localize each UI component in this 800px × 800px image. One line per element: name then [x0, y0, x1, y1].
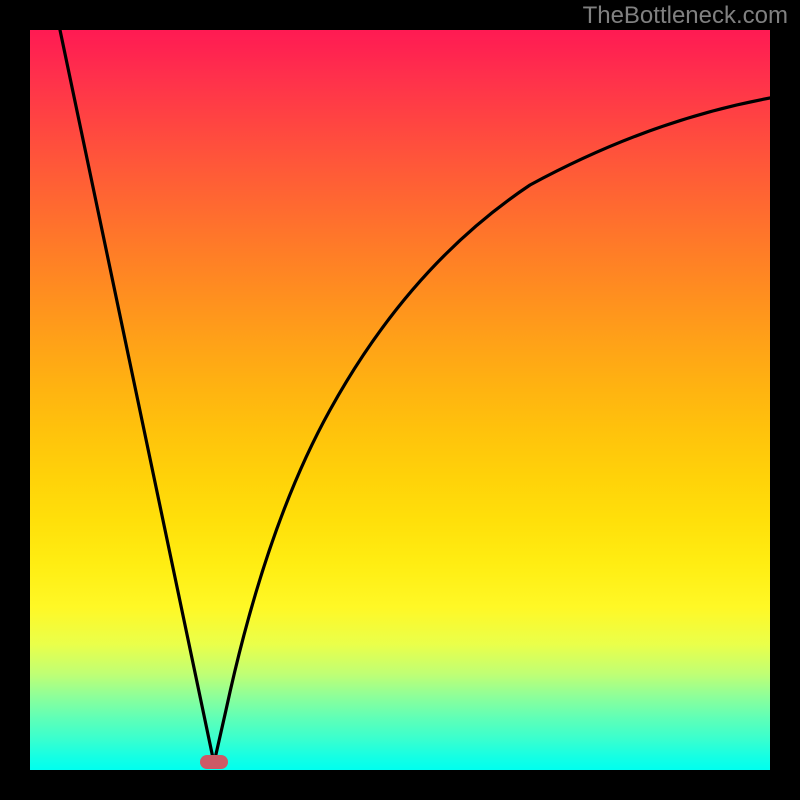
plot-area	[30, 30, 770, 770]
watermark-text: TheBottleneck.com	[583, 2, 788, 30]
valley-marker	[200, 755, 228, 769]
chart-left-line	[60, 30, 214, 763]
chart-lines	[30, 30, 770, 770]
chart-right-curve	[214, 98, 770, 763]
